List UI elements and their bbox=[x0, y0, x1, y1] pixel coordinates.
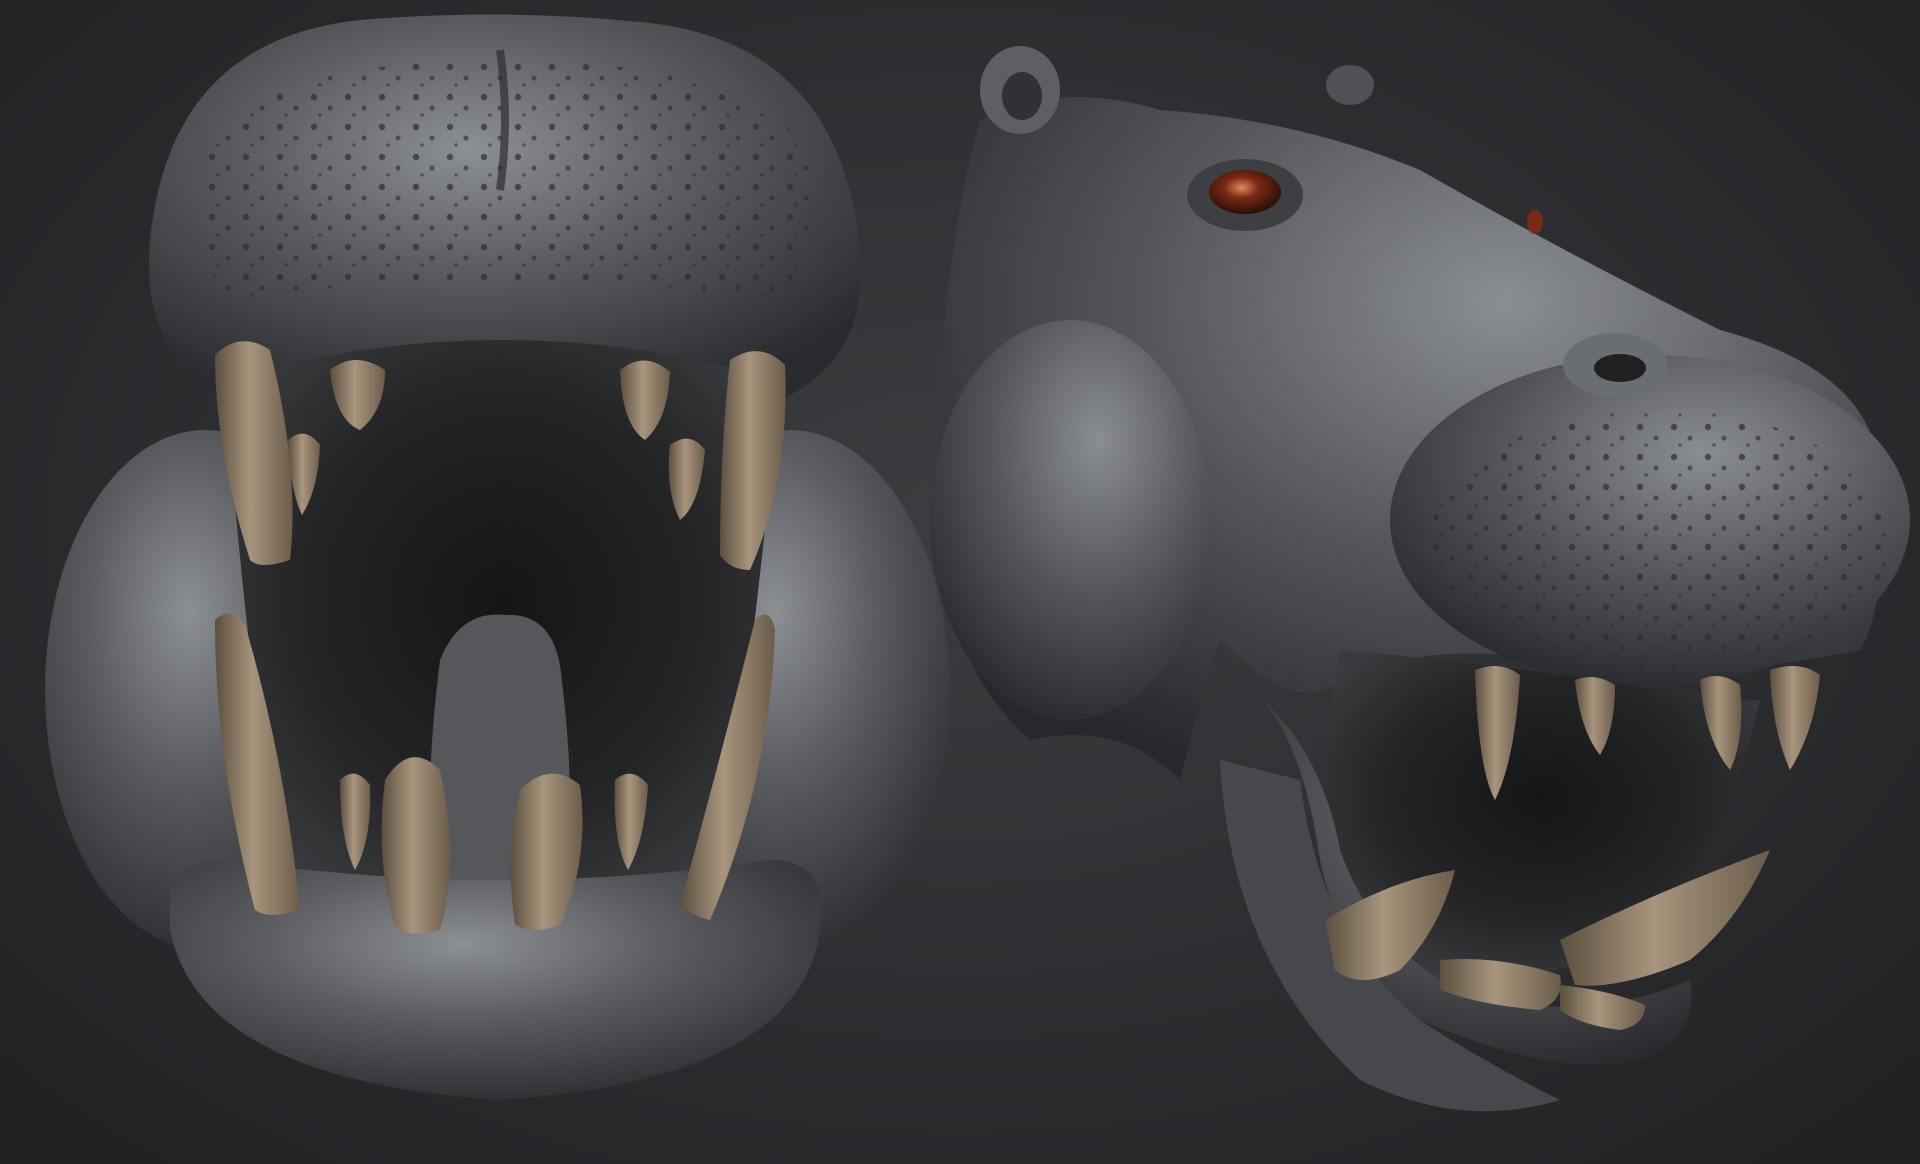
side-snout-pores bbox=[1430, 410, 1890, 670]
side-eye-far bbox=[1527, 210, 1543, 234]
front-view bbox=[45, 14, 950, 1100]
side-left-ear-inner bbox=[1002, 72, 1042, 120]
front-lower-left-incisor bbox=[381, 757, 450, 934]
side-nostril-hole bbox=[1594, 354, 1646, 382]
side-eye bbox=[1209, 170, 1281, 214]
hippo-sculpt-scene bbox=[45, 14, 1910, 1112]
side-upper-tooth-4 bbox=[1770, 666, 1820, 770]
side-right-ear bbox=[1326, 65, 1374, 105]
side-view bbox=[930, 46, 1910, 1112]
side-cheek bbox=[930, 320, 1210, 720]
